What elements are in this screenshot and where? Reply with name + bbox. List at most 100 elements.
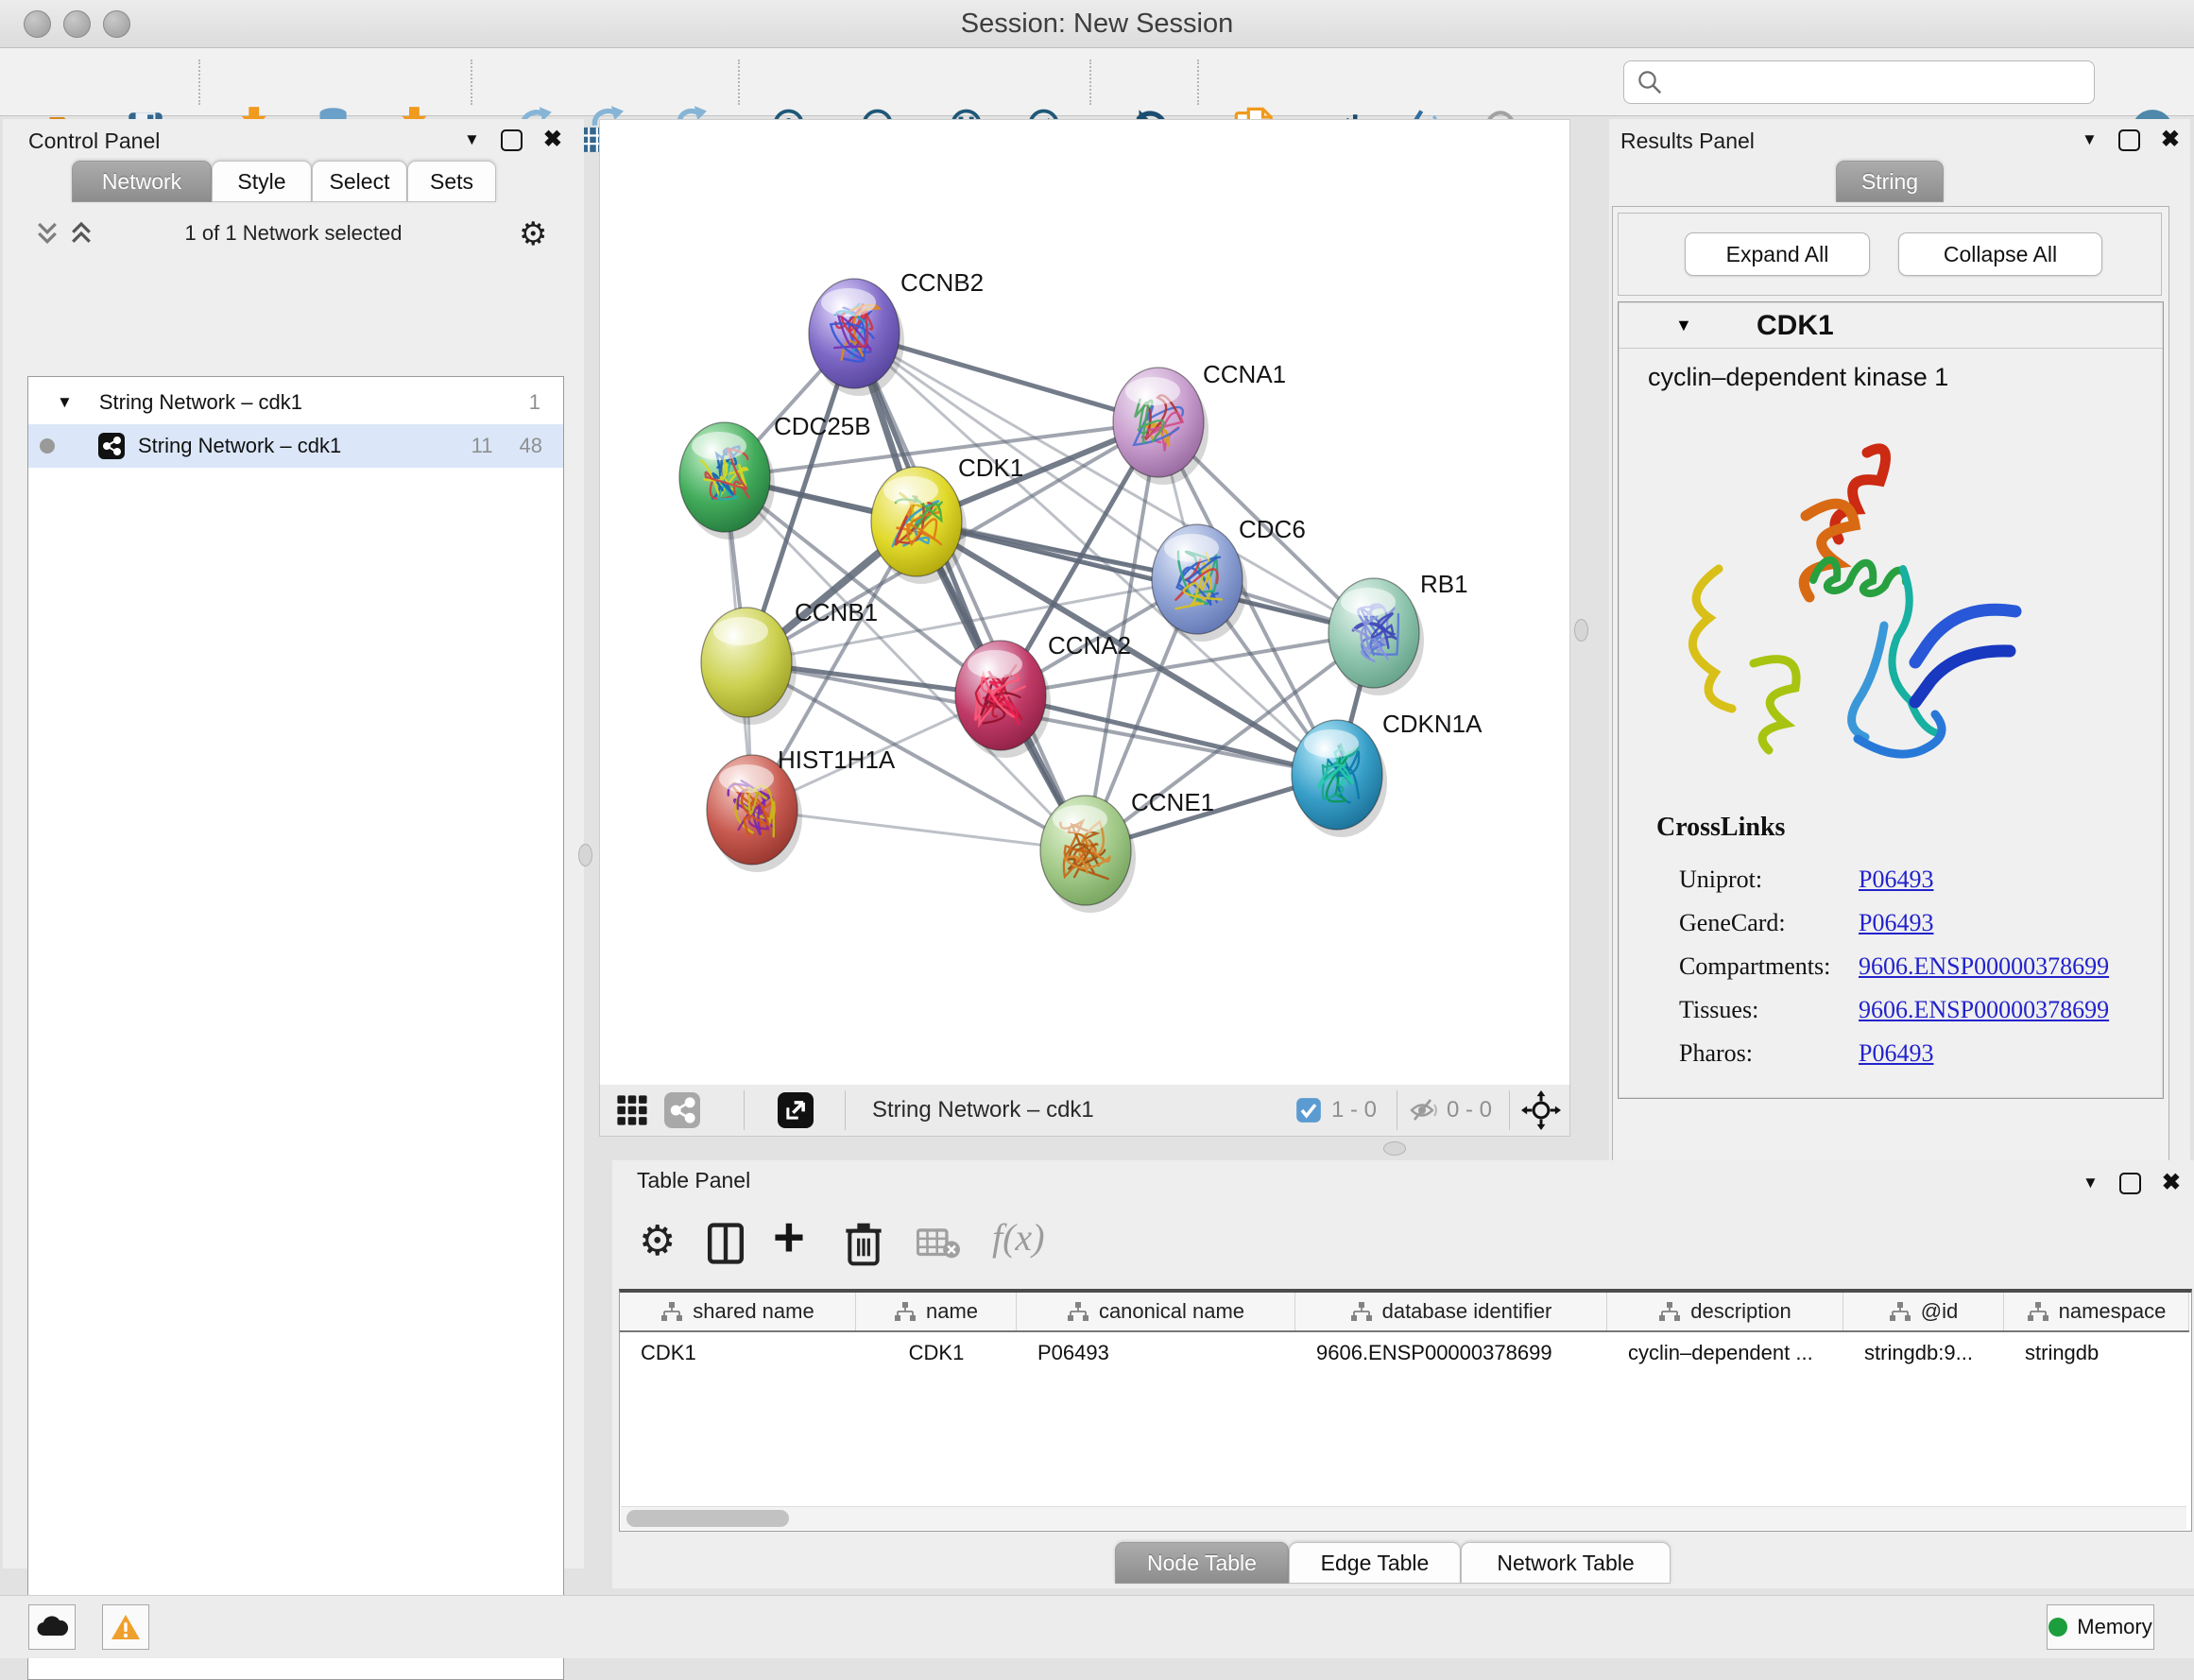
column-header-name[interactable]: name <box>856 1293 1017 1330</box>
table-row[interactable]: CDK1CDK1P064939606.ENSP00000378699cyclin… <box>620 1332 2189 1374</box>
node-label-CDC25B: CDC25B <box>774 412 871 440</box>
network-canvas[interactable]: CCNB2CCNA1CDC25BCDK1CDC6RB1CCNB1CCNA2CDK… <box>599 119 1570 1087</box>
table-cell[interactable]: CDK1 <box>620 1332 856 1374</box>
node-CCNB1[interactable]: CCNB1 <box>701 598 878 725</box>
crosslink-value[interactable]: 9606.ENSP00000378699 <box>1859 996 2109 1023</box>
table-cell[interactable]: P06493 <box>1017 1332 1295 1374</box>
table-cell[interactable]: CDK1 <box>856 1332 1017 1374</box>
table-gear-icon[interactable]: ⚙ <box>639 1217 676 1265</box>
search-input[interactable] <box>1671 69 2094 95</box>
network-share-gray-icon[interactable] <box>664 1092 700 1128</box>
column-header--id[interactable]: @id <box>1843 1293 2004 1330</box>
collapse-panel-icon[interactable]: ▼ <box>2082 130 2098 149</box>
hidden-counts: 0 - 0 <box>1447 1097 1492 1123</box>
network-options-gear-icon[interactable]: ⚙ <box>519 215 547 253</box>
delete-trash-icon[interactable] <box>845 1221 883 1266</box>
tab-style[interactable]: Style <box>212 161 312 202</box>
bottom-splitter-handle[interactable] <box>1383 1141 1406 1156</box>
float-panel-icon[interactable] <box>2118 129 2140 151</box>
collapse-panel-icon[interactable]: ▼ <box>464 130 480 149</box>
tab-network[interactable]: Network <box>72 161 212 202</box>
tab-string[interactable]: String <box>1836 161 1944 202</box>
selected-checkbox-icon[interactable] <box>1295 1097 1322 1123</box>
grid-view-icon[interactable] <box>615 1094 649 1126</box>
network-row[interactable]: String Network – cdk1 11 48 <box>28 424 563 468</box>
crosslink-value[interactable]: P06493 <box>1859 909 1933 936</box>
close-panel-icon[interactable]: ✖ <box>2161 129 2180 151</box>
column-header-namespace[interactable]: namespace <box>2004 1293 2189 1330</box>
node-CCNE1[interactable]: CCNE1 <box>1040 788 1214 913</box>
birdseye-toggle-icon[interactable] <box>778 1092 814 1128</box>
collapse-panel-icon[interactable]: ▼ <box>2083 1174 2099 1192</box>
column-header-canonical-name[interactable]: canonical name <box>1017 1293 1295 1330</box>
column-header-database-identifier[interactable]: database identifier <box>1295 1293 1607 1330</box>
protein-name: CDK1 <box>1757 310 1834 342</box>
search-icon <box>1636 68 1664 96</box>
card-collapse-triangle-icon[interactable]: ▼ <box>1675 316 1692 335</box>
node-label-CCNA1: CCNA1 <box>1203 360 1286 388</box>
hierarchy-icon <box>1889 1301 1911 1322</box>
node-label-CCNE1: CCNE1 <box>1131 788 1214 816</box>
table-cell[interactable]: 9606.ENSP00000378699 <box>1295 1332 1607 1374</box>
node-HIST1H1A[interactable]: HIST1H1A <box>707 746 896 872</box>
network-collection-row[interactable]: ▼ String Network – cdk1 1 <box>28 381 563 424</box>
crosslink-value[interactable]: 9606.ENSP00000378699 <box>1859 952 2109 980</box>
protein-structure-image <box>1664 429 2042 769</box>
column-header-label: @id <box>1921 1299 1958 1324</box>
float-panel-icon[interactable] <box>501 129 523 151</box>
warnings-button[interactable] <box>102 1604 149 1650</box>
expand-collapse-strip: Expand All Collapse All <box>1618 213 2162 296</box>
show-columns-icon[interactable] <box>707 1223 745 1264</box>
hierarchy-icon <box>894 1301 917 1322</box>
column-header-shared-name[interactable]: shared name <box>620 1293 856 1330</box>
hierarchy-icon <box>660 1301 683 1322</box>
node-CCNB2[interactable]: CCNB2 <box>809 268 984 396</box>
tab-sets[interactable]: Sets <box>407 161 496 202</box>
tab-node-table[interactable]: Node Table <box>1115 1542 1289 1584</box>
node-label-HIST1H1A: HIST1H1A <box>778 746 896 774</box>
scrollbar-thumb[interactable] <box>626 1510 789 1527</box>
network-selection-status: 1 of 1 Network selected <box>3 221 584 246</box>
crosshair-move-icon[interactable] <box>1521 1090 1561 1130</box>
node-CDKN1A[interactable]: CDKN1A <box>1292 710 1483 837</box>
collection-expand-triangle-icon[interactable]: ▼ <box>57 393 73 412</box>
node-CDC25B[interactable]: CDC25B <box>679 412 871 540</box>
netbar-separator <box>845 1090 846 1130</box>
horizontal-scrollbar[interactable] <box>621 1506 2186 1530</box>
memory-button-label: Memory <box>2077 1615 2151 1639</box>
toolbar-separator <box>1197 60 1199 105</box>
tab-network-table[interactable]: Network Table <box>1461 1542 1671 1584</box>
column-header-description[interactable]: description <box>1607 1293 1843 1330</box>
right-splitter-handle[interactable] <box>1574 619 1588 642</box>
left-splitter-handle[interactable] <box>578 844 592 866</box>
crosslink-value[interactable]: P06493 <box>1859 866 1933 893</box>
control-panel: Control Panel ▼ ✖ Network Style Select S… <box>3 119 584 1569</box>
node-CCNA1[interactable]: CCNA1 <box>1113 360 1286 485</box>
cloud-status-button[interactable] <box>28 1604 76 1650</box>
current-network-dot-icon <box>40 438 55 454</box>
protein-card-header[interactable]: ▼ CDK1 <box>1619 302 2163 349</box>
tab-edge-table[interactable]: Edge Table <box>1289 1542 1461 1584</box>
expand-all-button[interactable]: Expand All <box>1685 232 1870 276</box>
float-panel-icon[interactable] <box>2119 1173 2141 1194</box>
memory-button[interactable]: Memory <box>2047 1604 2154 1650</box>
table-cell[interactable]: stringdb:9... <box>1843 1332 2004 1374</box>
column-header-label: name <box>926 1299 978 1324</box>
network-edge-count: 48 <box>520 434 542 458</box>
table-cell[interactable]: cyclin–dependent ... <box>1607 1332 1843 1374</box>
crosslink-value[interactable]: P06493 <box>1859 1039 1933 1067</box>
table-cell[interactable]: stringdb <box>2004 1332 2189 1374</box>
collapse-all-button[interactable]: Collapse All <box>1898 232 2102 276</box>
network-name: String Network – cdk1 <box>138 434 341 458</box>
close-panel-icon[interactable]: ✖ <box>2162 1172 2181 1194</box>
hidden-eye-icon[interactable] <box>1409 1096 1439 1124</box>
node-table: shared name name canonical namedatabase id… <box>619 1289 2192 1532</box>
tab-select[interactable]: Select <box>312 161 407 202</box>
node-RB1[interactable]: RB1 <box>1328 570 1468 695</box>
hierarchy-icon <box>1658 1301 1681 1322</box>
network-graph[interactable]: CCNB2CCNA1CDC25BCDK1CDC6RB1CCNB1CCNA2CDK… <box>600 120 1569 1086</box>
add-column-plus-icon[interactable]: + <box>773 1206 805 1269</box>
node-CDK1[interactable]: CDK1 <box>871 454 1023 584</box>
node-CDC6[interactable]: CDC6 <box>1152 515 1306 642</box>
close-panel-icon[interactable]: ✖ <box>543 129 562 151</box>
